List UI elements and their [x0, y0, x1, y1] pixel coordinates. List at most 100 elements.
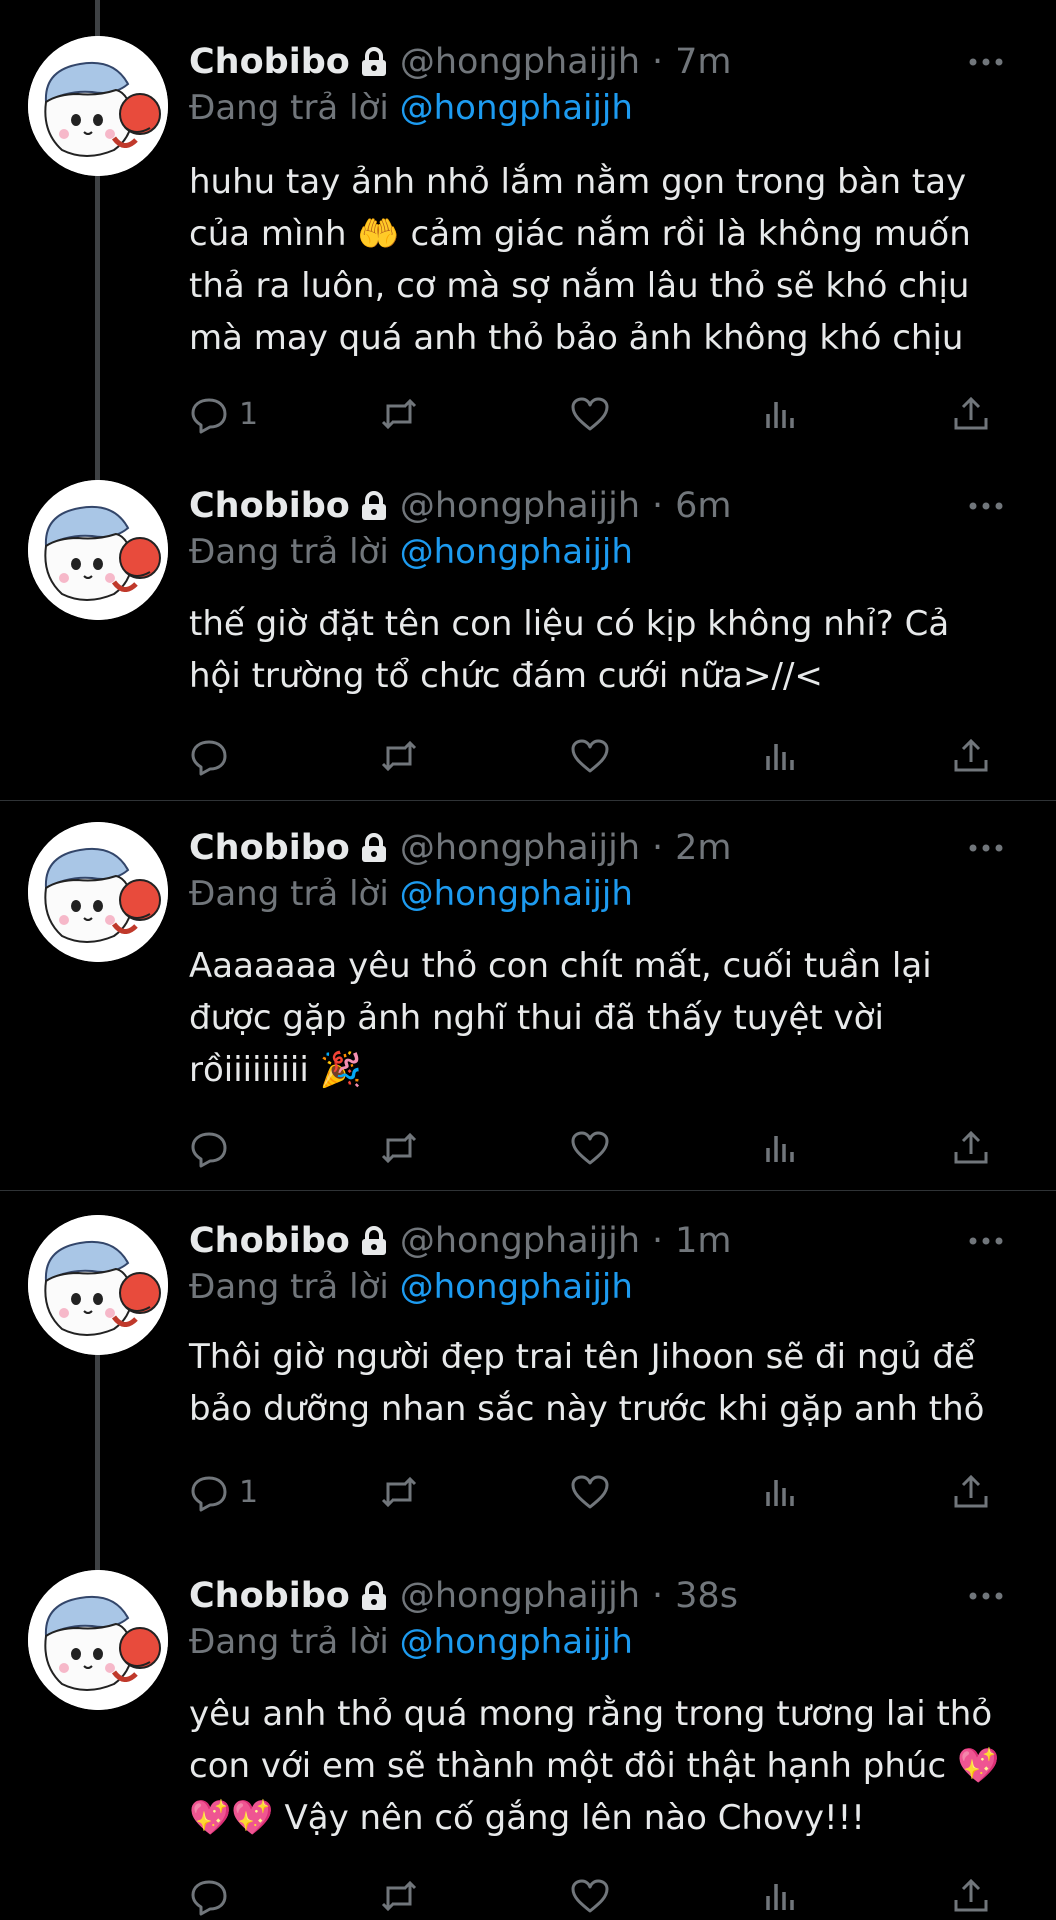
replying-to: Đang trả lời @hongphaijjh — [189, 874, 633, 914]
reply-button[interactable] — [189, 1126, 239, 1170]
avatar[interactable] — [28, 1570, 168, 1710]
timestamp[interactable]: 1m — [675, 1221, 731, 1261]
views-button[interactable] — [760, 734, 800, 778]
like-button[interactable] — [570, 1874, 610, 1918]
replying-to-label: Đang trả lời — [189, 532, 389, 572]
retweet-icon — [379, 1128, 419, 1168]
display-name[interactable]: Chobibo — [189, 1576, 350, 1616]
avatar[interactable] — [28, 822, 168, 962]
tweet-text-line: yêu anh thỏ quá mong rằng trong tương la… — [189, 1694, 993, 1734]
retweet-button[interactable] — [379, 1470, 419, 1514]
share-button[interactable] — [951, 392, 991, 436]
reply-icon — [189, 1876, 229, 1916]
like-icon — [570, 1128, 610, 1168]
display-name[interactable]: Chobibo — [189, 1221, 350, 1261]
retweet-icon — [379, 736, 419, 776]
like-button[interactable] — [570, 1470, 610, 1514]
mention-link[interactable]: @hongphaijjh — [400, 1267, 633, 1307]
views-button[interactable] — [760, 1126, 800, 1170]
tweet-actions: 1 — [189, 1470, 999, 1514]
replying-to: Đang trả lời @hongphaijjh — [189, 1267, 633, 1307]
views-icon — [760, 1128, 800, 1168]
avatar[interactable] — [28, 1215, 168, 1355]
replying-to-label: Đang trả lời — [189, 1622, 389, 1662]
mention-link[interactable]: @hongphaijjh — [400, 874, 633, 914]
tweet-text-line: mà may quá anh thỏ bảo ảnh không khó chị… — [189, 318, 964, 358]
retweet-button[interactable] — [379, 734, 419, 778]
tweet-header: Chobibo @hongphaijjh · 38s — [189, 1568, 1036, 1624]
avatar[interactable] — [28, 36, 168, 176]
tweet-text-line: thả ra luôn, cơ mà sợ nắm lâu thỏ sẽ khó… — [189, 266, 970, 306]
tweet-text-line: huhu tay ảnh nhỏ lắm nằm gọn trong bàn t… — [189, 162, 967, 202]
retweet-icon — [379, 1472, 419, 1512]
tweet-text: Aaaaaaa yêu thỏ con chít mất, cuối tuần … — [189, 940, 1029, 1096]
like-button[interactable] — [570, 1126, 610, 1170]
handle[interactable]: @hongphaijjh — [400, 828, 640, 868]
handle[interactable]: @hongphaijjh — [400, 1576, 640, 1616]
separator-dot: · — [652, 486, 664, 526]
tweet-actions: 1 — [189, 392, 999, 436]
lock-icon — [360, 1226, 388, 1256]
tweet-header: Chobibo @hongphaijjh · 1m — [189, 1213, 1036, 1269]
handle[interactable]: @hongphaijjh — [400, 1221, 640, 1261]
tweet-text-line: hội trường tổ chức đám cưới nữa>//< — [189, 656, 823, 696]
mention-link[interactable]: @hongphaijjh — [400, 532, 633, 572]
reply-button[interactable] — [189, 734, 239, 778]
reply-button[interactable] — [189, 1874, 239, 1918]
tweet-text: huhu tay ảnh nhỏ lắm nằm gọn trong bàn t… — [189, 156, 1029, 364]
separator-dot: · — [652, 42, 664, 82]
lock-icon — [360, 1581, 388, 1611]
tweet-text-line: Aaaaaaa yêu thỏ con chít mất, cuối tuần … — [189, 946, 932, 986]
reply-button[interactable]: 1 — [189, 1470, 258, 1514]
tweet-text-line: thế giờ đặt tên con liệu có kịp không nh… — [189, 604, 950, 644]
display-name[interactable]: Chobibo — [189, 42, 350, 82]
timestamp[interactable]: 2m — [675, 828, 731, 868]
tweet-text-line: bảo dưỡng nhan sắc này trước khi gặp anh… — [189, 1389, 985, 1429]
share-icon — [951, 394, 991, 434]
more-icon[interactable] — [966, 52, 1006, 72]
like-button[interactable] — [570, 392, 610, 436]
retweet-button[interactable] — [379, 1874, 419, 1918]
views-button[interactable] — [760, 1874, 800, 1918]
reply-button[interactable]: 1 — [189, 392, 258, 436]
like-icon — [570, 1472, 610, 1512]
mention-link[interactable]: @hongphaijjh — [400, 88, 633, 128]
retweet-button[interactable] — [379, 392, 419, 436]
handle[interactable]: @hongphaijjh — [400, 486, 640, 526]
replying-to-label: Đang trả lời — [189, 1267, 389, 1307]
reply-count: 1 — [239, 396, 259, 432]
display-name[interactable]: Chobibo — [189, 486, 350, 526]
lock-icon — [360, 47, 388, 77]
replying-to: Đang trả lời @hongphaijjh — [189, 88, 633, 128]
retweet-button[interactable] — [379, 1126, 419, 1170]
like-icon — [570, 394, 610, 434]
tweet-text: yêu anh thỏ quá mong rằng trong tương la… — [189, 1688, 1029, 1844]
share-button[interactable] — [951, 1470, 991, 1514]
share-button[interactable] — [951, 734, 991, 778]
more-icon[interactable] — [966, 838, 1006, 858]
timestamp[interactable]: 6m — [675, 486, 731, 526]
avatar[interactable] — [28, 480, 168, 620]
views-button[interactable] — [760, 1470, 800, 1514]
views-button[interactable] — [760, 392, 800, 436]
reply-icon — [189, 1128, 229, 1168]
share-button[interactable] — [951, 1126, 991, 1170]
more-icon[interactable] — [966, 1231, 1006, 1251]
share-button[interactable] — [951, 1874, 991, 1918]
display-name[interactable]: Chobibo — [189, 828, 350, 868]
timestamp[interactable]: 38s — [675, 1576, 738, 1616]
reply-icon — [189, 1472, 229, 1512]
share-icon — [951, 736, 991, 776]
more-icon[interactable] — [966, 496, 1006, 516]
separator-dot: · — [652, 1576, 664, 1616]
mention-link[interactable]: @hongphaijjh — [400, 1622, 633, 1662]
timestamp[interactable]: 7m — [675, 42, 731, 82]
lock-icon — [360, 833, 388, 863]
handle[interactable]: @hongphaijjh — [400, 42, 640, 82]
tweet-header: Chobibo @hongphaijjh · 6m — [189, 478, 1036, 534]
more-icon[interactable] — [966, 1586, 1006, 1606]
thread-line — [95, 176, 100, 480]
like-icon — [570, 736, 610, 776]
retweet-icon — [379, 394, 419, 434]
like-button[interactable] — [570, 734, 610, 778]
